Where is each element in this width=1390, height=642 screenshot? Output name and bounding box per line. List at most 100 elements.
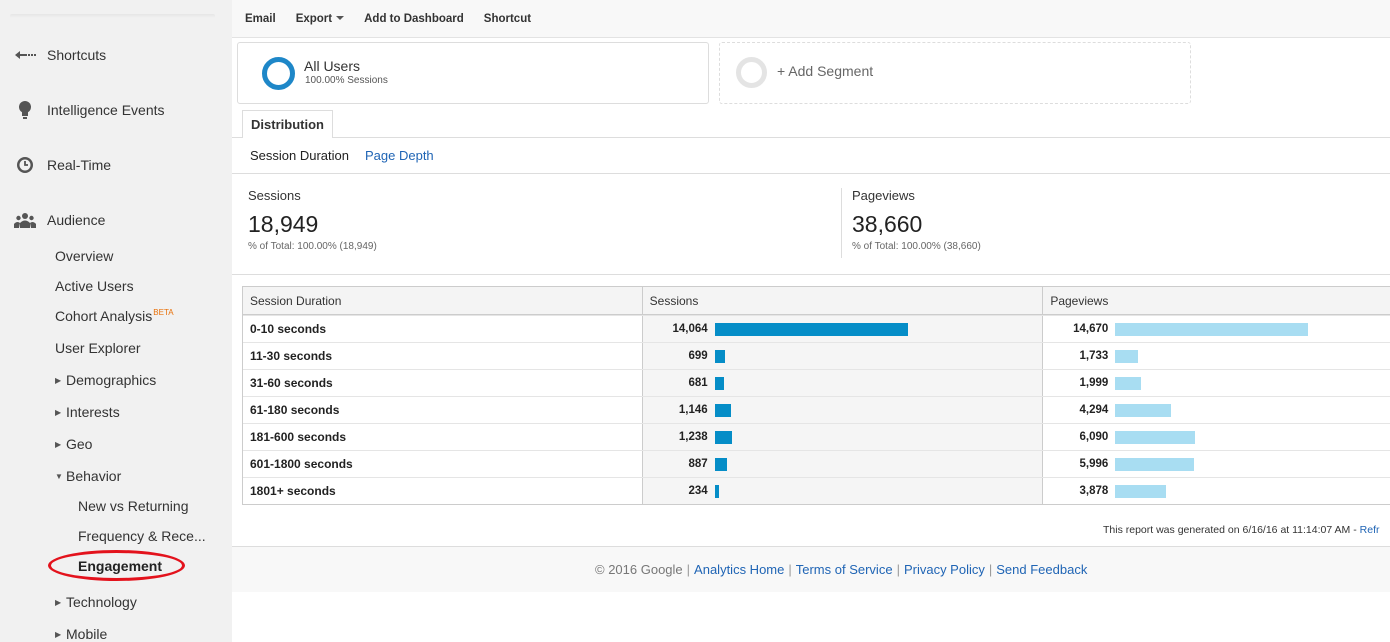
- sessions-value: 234: [688, 485, 708, 497]
- privacy-policy-link[interactable]: Privacy Policy: [904, 562, 985, 577]
- sidebar-item-audience[interactable]: Audience: [0, 205, 232, 235]
- sidebar-item-label: Geo: [66, 436, 93, 452]
- subtab-page-depth[interactable]: Page Depth: [365, 148, 434, 163]
- separator: |: [896, 562, 900, 577]
- pageviews-cell: 1,733: [1043, 343, 1390, 369]
- duration-cell: 0-10 seconds: [243, 316, 643, 342]
- sidebar-item-overview[interactable]: Overview: [55, 248, 113, 264]
- sessions-metric: Sessions 18,949 % of Total: 100.00% (18,…: [248, 188, 377, 252]
- sidebar-item-label: Intelligence Events: [47, 102, 165, 118]
- pageviews-value: 6,090: [1079, 431, 1109, 443]
- column-header-sessions[interactable]: Sessions: [642, 287, 1044, 314]
- sidebar-item-label: Frequency & Rece...: [78, 528, 206, 544]
- report-toolbar: Email Export Add to Dashboard Shortcut: [232, 0, 1390, 38]
- terms-of-service-link[interactable]: Terms of Service: [796, 562, 893, 577]
- sidebar-item-label: Shortcuts: [47, 47, 107, 63]
- pageviews-value: 38,660: [852, 211, 923, 237]
- beta-badge: BETA: [153, 308, 174, 317]
- pageviews-value: 14,670: [1073, 323, 1109, 335]
- triangle-right-icon: ▶: [55, 440, 62, 449]
- pageviews-bar: [1115, 322, 1309, 336]
- segment-subtitle: 100.00% Sessions: [305, 75, 388, 86]
- triangle-down-icon: ▼: [55, 472, 63, 481]
- separator: |: [686, 562, 691, 577]
- sidebar-item-interests[interactable]: ▶ Interests: [55, 404, 120, 420]
- sessions-value: 681: [688, 377, 708, 389]
- shortcut-button[interactable]: Shortcut: [484, 13, 531, 25]
- pageviews-cell: 4,294: [1043, 397, 1390, 423]
- pageviews-value: 5,996: [1079, 458, 1109, 470]
- subtab-session-duration[interactable]: Session Duration: [250, 148, 349, 163]
- sidebar-item-behavior[interactable]: ▼ Behavior: [55, 468, 121, 484]
- sessions-value: 887: [688, 458, 708, 470]
- sessions-cell: 234: [642, 478, 1044, 504]
- sessions-cell: 699: [642, 343, 1044, 369]
- sidebar-item-intelligence-events[interactable]: Intelligence Events: [0, 95, 232, 125]
- segment-ring-icon: [262, 57, 295, 90]
- distribution-table: Session Duration Sessions Pageviews 0-10…: [242, 286, 1390, 505]
- table-row: 601-1800 seconds 887 5,996: [243, 450, 1390, 477]
- pageviews-cell: 5,996: [1043, 451, 1390, 477]
- sessions-cell: 14,064: [642, 316, 1044, 342]
- sidebar-item-technology[interactable]: ▶ Technology: [55, 594, 137, 610]
- sidebar-item-user-explorer[interactable]: User Explorer: [55, 340, 141, 356]
- email-button[interactable]: Email: [245, 13, 276, 25]
- table-header-row: Session Duration Sessions Pageviews: [243, 287, 1390, 315]
- pageviews-value: 1,733: [1079, 350, 1109, 362]
- sidebar-item-label: Overview: [55, 248, 114, 264]
- sessions-value: 699: [688, 350, 708, 362]
- pageviews-cell: 1,999: [1043, 370, 1390, 396]
- add-to-dashboard-button[interactable]: Add to Dashboard: [364, 13, 464, 25]
- pageviews-bar: [1115, 349, 1139, 363]
- tab-divider: [232, 137, 1390, 138]
- report-generated-text: This report was generated on 6/16/16 at …: [1103, 524, 1360, 536]
- sidebar-item-demographics[interactable]: ▶ Demographics: [55, 372, 156, 388]
- send-feedback-link[interactable]: Send Feedback: [996, 562, 1087, 577]
- column-header-pageviews[interactable]: Pageviews: [1043, 287, 1390, 314]
- pageviews-cell: 14,670: [1043, 316, 1390, 342]
- divider: [232, 274, 1390, 275]
- metric-divider: [841, 188, 842, 258]
- analytics-home-link[interactable]: Analytics Home: [694, 562, 784, 577]
- sidebar-item-shortcuts[interactable]: Shortcuts: [0, 40, 232, 70]
- duration-cell: 31-60 seconds: [243, 370, 643, 396]
- sidebar-item-cohort-analysis[interactable]: Cohort AnalysisBETA: [55, 308, 174, 324]
- sidebar: Shortcuts Intelligence Events Real-Time …: [0, 0, 232, 642]
- triangle-right-icon: ▶: [55, 376, 62, 385]
- sidebar-item-label: Interests: [66, 404, 120, 420]
- sidebar-item-geo[interactable]: ▶ Geo: [55, 436, 92, 452]
- sidebar-item-active-users[interactable]: Active Users: [55, 278, 134, 294]
- pageviews-bar: [1115, 457, 1195, 471]
- pageviews-value: 3,878: [1079, 485, 1109, 497]
- add-segment-button[interactable]: + Add Segment: [719, 42, 1191, 104]
- sidebar-item-mobile[interactable]: ▶ Mobile: [55, 626, 107, 642]
- sidebar-item-label: Behavior: [66, 468, 122, 484]
- sidebar-item-real-time[interactable]: Real-Time: [0, 150, 232, 180]
- pageviews-percent: % of Total: 100.00% (38,660): [852, 241, 981, 252]
- triangle-right-icon: ▶: [55, 630, 62, 639]
- sidebar-item-label: Cohort Analysis: [55, 308, 153, 324]
- sessions-bar: [714, 349, 725, 363]
- sessions-value: 18,949: [248, 211, 319, 237]
- sessions-percent: % of Total: 100.00% (18,949): [248, 241, 377, 252]
- sidebar-item-frequency-recency[interactable]: Frequency & Rece...: [78, 528, 206, 544]
- pageviews-bar: [1115, 403, 1172, 417]
- pageviews-metric: Pageviews 38,660 % of Total: 100.00% (38…: [852, 188, 981, 252]
- duration-cell: 11-30 seconds: [243, 343, 643, 369]
- sessions-bar: [714, 457, 727, 471]
- segment-all-users[interactable]: All Users 100.00% Sessions: [237, 42, 709, 104]
- empty-segment-ring-icon: [736, 57, 767, 88]
- sessions-value: 1,238: [678, 431, 708, 443]
- sessions-cell: 681: [642, 370, 1044, 396]
- sidebar-item-new-vs-returning[interactable]: New vs Returning: [78, 498, 189, 514]
- export-button[interactable]: Export: [296, 13, 345, 25]
- sessions-bar: [714, 484, 719, 498]
- column-header-duration[interactable]: Session Duration: [243, 287, 643, 314]
- sidebar-item-label: Technology: [66, 594, 137, 610]
- table-row: 61-180 seconds 1,146 4,294: [243, 396, 1390, 423]
- pageviews-bar: [1115, 376, 1142, 390]
- duration-cell: 1801+ seconds: [243, 478, 643, 504]
- tab-distribution[interactable]: Distribution: [242, 110, 333, 138]
- add-segment-label: + Add Segment: [777, 63, 874, 79]
- refresh-link[interactable]: Refr: [1360, 524, 1380, 536]
